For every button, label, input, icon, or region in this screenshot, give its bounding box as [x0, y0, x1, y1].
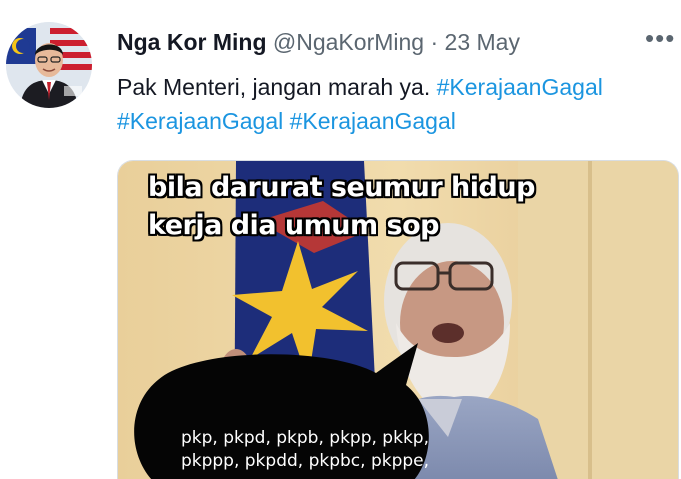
meme-caption-line: bila darurat seumur hidup [148, 172, 535, 203]
tweet-header: Nga Kor Ming @NgaKorMing · 23 May [117, 26, 671, 58]
author-handle[interactable]: @NgaKorMing [273, 29, 424, 55]
tweet-date[interactable]: 23 May [445, 29, 520, 55]
tweet-media-image[interactable]: bila darurat seumur hidup kerja dia umum… [117, 160, 679, 479]
hashtag-link[interactable]: #KerajaanGagal [290, 108, 456, 134]
author-name[interactable]: Nga Kor Ming [117, 29, 267, 55]
meme-caption: bila darurat seumur hidup kerja dia umum… [148, 169, 535, 245]
tweet-card: Nga Kor Ming @NgaKorMing · 23 May ••• Pa… [0, 0, 681, 479]
avatar-photo [6, 22, 92, 108]
avatar[interactable] [6, 22, 92, 108]
speech-bubble-text: pkp, pkpd, pkpb, pkpp, pkkp, pkppp, pkpd… [160, 427, 450, 473]
separator-dot: · [430, 29, 439, 55]
meme-caption-line: kerja dia umum sop [148, 210, 439, 241]
more-horizontal-icon[interactable]: ••• [645, 25, 674, 51]
bubble-line: pkp, pkpd, pkpb, pkpp, pkkp, [181, 428, 429, 448]
tweet-body: Pak Menteri, jangan marah ya. [117, 74, 431, 100]
hashtag-link[interactable]: #KerajaanGagal [437, 74, 603, 100]
bubble-line: pkppp, pkpdd, pkpbc, pkppe, [180, 451, 430, 471]
hashtag-link[interactable]: #KerajaanGagal [117, 108, 283, 134]
tweet-text: Pak Menteri, jangan marah ya. #KerajaanG… [117, 70, 677, 138]
